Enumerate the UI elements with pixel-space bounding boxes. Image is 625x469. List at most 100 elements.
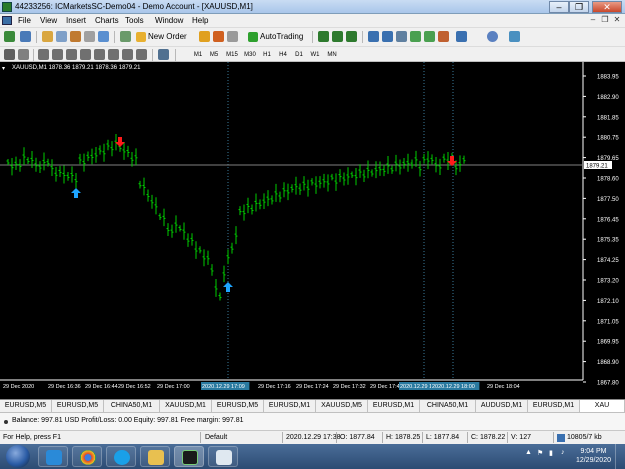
autotrading-button[interactable]: AutoTrading (247, 30, 309, 44)
metatrader-taskbar-button[interactable] (174, 446, 204, 467)
tray-flag-icon[interactable]: ⚑ (537, 449, 543, 457)
time-label: 29 Dec 17:16 (258, 384, 291, 390)
line-chart-icon[interactable] (346, 31, 357, 42)
crosshair-icon[interactable] (18, 49, 29, 60)
timeframe-m1-button[interactable]: M1 (191, 49, 205, 61)
chart-tab[interactable]: EURUSD,M5 (0, 400, 52, 412)
terminal-icon[interactable] (84, 31, 95, 42)
label-tool-icon[interactable] (122, 49, 133, 60)
navigator-icon[interactable] (70, 31, 81, 42)
price-label: 1875.35 (597, 238, 619, 244)
new-chart-icon[interactable] (4, 31, 15, 42)
start-button[interactable] (6, 445, 30, 468)
timeframe-m5-button[interactable]: M5 (207, 49, 221, 61)
timeframe-d1-button[interactable]: D1 (292, 49, 306, 61)
chart-tab[interactable]: XAU (580, 400, 625, 412)
mdi-close-button[interactable]: ✕ (612, 15, 622, 25)
skype-taskbar-button[interactable] (106, 446, 136, 467)
chart-tab[interactable]: EURUSD,M5 (212, 400, 264, 412)
menu-view[interactable]: View (40, 16, 57, 25)
new-order-button[interactable]: New Order (135, 30, 195, 44)
channel-icon[interactable] (80, 49, 91, 60)
chart-tab[interactable]: EURUSD,M1 (264, 400, 316, 412)
mdi-restore-button[interactable]: ❐ (600, 15, 610, 25)
chart-tab[interactable]: EURUSD,M5 (52, 400, 104, 412)
market-icon[interactable] (227, 31, 238, 42)
mdi-minimize-button[interactable]: – (588, 15, 598, 25)
chart-window-icon[interactable] (2, 16, 12, 25)
restore-button[interactable]: ❐ (569, 1, 589, 13)
indicators-icon[interactable] (438, 31, 449, 42)
tester-icon[interactable] (98, 31, 109, 42)
time-label: 29 Dec 16:36 (48, 384, 81, 390)
chart-window-tile-icon[interactable] (120, 31, 131, 42)
status-profile[interactable]: Default (205, 433, 227, 443)
zoom-out-icon[interactable] (382, 31, 393, 42)
chart-tab[interactable]: CHINA50,M1 (104, 400, 160, 412)
menu-file[interactable]: File (18, 16, 31, 25)
chart-shift-icon[interactable] (410, 31, 421, 42)
close-button[interactable]: ✕ (592, 1, 622, 13)
candlestick-icon[interactable] (332, 31, 343, 42)
timeframe-m15-button[interactable]: M15 (223, 49, 241, 61)
menu-window[interactable]: Window (155, 16, 183, 25)
window-title: 44233256: ICMarketsSC-Demo04 - Demo Acco… (15, 2, 253, 11)
trendline-icon[interactable] (66, 49, 77, 60)
arrows-tool-icon[interactable] (136, 49, 147, 60)
status-volume: V: 127 (511, 434, 531, 441)
chrome-taskbar-button[interactable] (72, 446, 102, 467)
show-desktop-button[interactable] (615, 444, 625, 469)
tray-expand-icon[interactable]: ▲ (525, 449, 532, 456)
cursor-icon[interactable] (4, 49, 15, 60)
menu-tools[interactable]: Tools (125, 16, 144, 25)
market-watch-icon[interactable] (42, 31, 53, 42)
timeframe-h4-button[interactable]: H4 (276, 49, 290, 61)
bar-chart-icon[interactable] (318, 31, 329, 42)
price-label: 1878.60 (597, 177, 619, 183)
horizontal-line-icon[interactable] (52, 49, 63, 60)
chrome-icon (80, 450, 96, 465)
vertical-line-icon[interactable] (38, 49, 49, 60)
chart-tab[interactable]: AUDUSD,M1 (476, 400, 528, 412)
price-label: 1881.85 (597, 115, 619, 121)
autoscroll-icon[interactable] (424, 31, 435, 42)
menu-help[interactable]: Help (192, 16, 208, 25)
clock-icon[interactable] (487, 31, 498, 42)
standard-toolbar: New Order AutoTrading (0, 27, 625, 46)
chart-tab[interactable]: XAUUSD,M5 (316, 400, 368, 412)
timeframe-mn-button[interactable]: MN (325, 49, 339, 61)
signals-icon[interactable] (213, 31, 224, 42)
chart-tab[interactable]: CHINA50,M1 (420, 400, 476, 412)
notepad-taskbar-button[interactable] (208, 446, 238, 467)
menu-insert[interactable]: Insert (66, 16, 86, 25)
timeframe-m30-button[interactable]: M30 (241, 49, 259, 61)
minimize-button[interactable]: – (549, 1, 569, 13)
system-clock[interactable]: 9:04 PM 12/29/2020 (576, 447, 611, 465)
tray-network-icon[interactable]: ▮ (549, 449, 553, 457)
data-window-icon[interactable] (56, 31, 67, 42)
explorer-taskbar-button[interactable] (140, 446, 170, 467)
connection-icon (557, 434, 565, 442)
notepad-icon (216, 450, 232, 465)
shapes-tool-icon[interactable] (158, 49, 169, 60)
tray-volume-icon[interactable]: ♪ (561, 449, 565, 456)
chart-tab[interactable]: EURUSD,M1 (368, 400, 420, 412)
chart-tab[interactable]: EURUSD,M1 (528, 400, 580, 412)
ie-taskbar-button[interactable] (38, 446, 68, 467)
status-low: L: 1877.84 (426, 434, 460, 441)
menu-charts[interactable]: Charts (95, 16, 119, 25)
clock-date: 12/29/2020 (575, 457, 611, 464)
price-chart[interactable]: 1883.95 1882.90 1881.85 1880.75 1879.65 1878.… (0, 62, 625, 399)
timeframe-w1-button[interactable]: W1 (308, 49, 322, 61)
metaeditor-icon[interactable] (199, 31, 210, 42)
templates-icon[interactable] (509, 31, 520, 42)
profiles-icon[interactable] (20, 31, 31, 42)
tile-windows-icon[interactable] (396, 31, 407, 42)
time-label: 2020.12.29 17:09 (202, 384, 245, 390)
chart-tab[interactable]: XAUUSD,M1 (160, 400, 212, 412)
periods-icon[interactable] (456, 31, 467, 42)
zoom-in-icon[interactable] (368, 31, 379, 42)
fibonacci-icon[interactable] (94, 49, 105, 60)
text-tool-icon[interactable] (108, 49, 119, 60)
timeframe-h1-button[interactable]: H1 (260, 49, 274, 61)
